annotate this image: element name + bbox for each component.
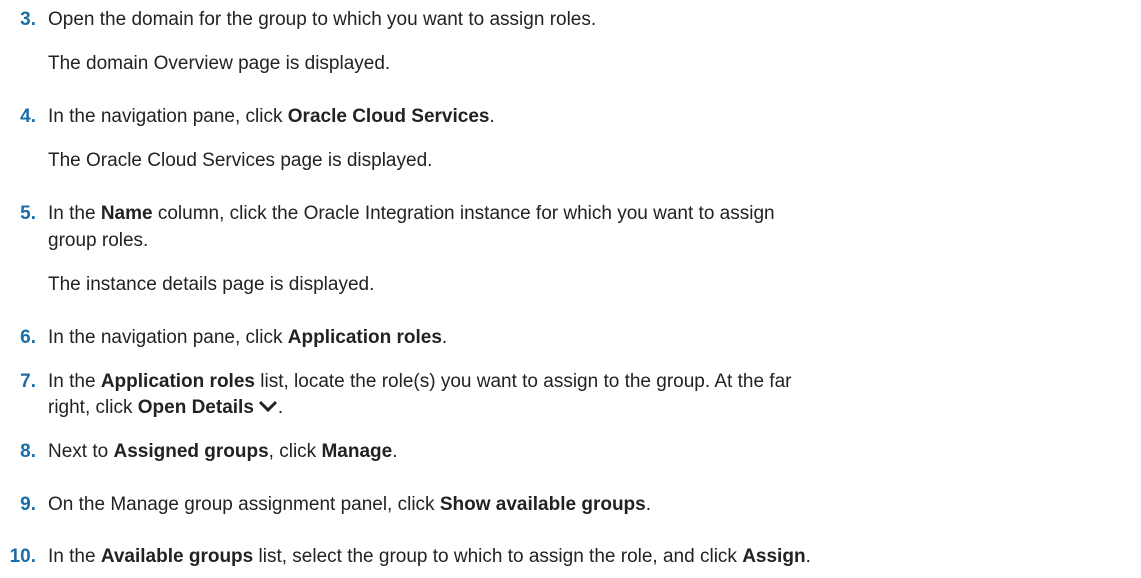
- chevron-down-icon: [258, 396, 278, 420]
- step-number: 3.: [20, 9, 36, 30]
- step-text: In the navigation pane, click Applicatio…: [48, 327, 448, 348]
- ui-term: Assign: [742, 546, 806, 567]
- procedure-steps: 3. Open the domain for the group to whic…: [0, 0, 1141, 578]
- step-number: 6.: [20, 327, 36, 348]
- step-text: Next to Assigned groups, click Manage.: [48, 441, 398, 462]
- step-text: In the Application roles list, locate th…: [48, 371, 792, 392]
- step-3-result: The domain Overview page is displayed.: [48, 53, 391, 74]
- step-5-continuation: group roles.: [48, 230, 149, 251]
- step-7-continuation: right, click Open Details.: [48, 396, 284, 420]
- step-number: 9.: [20, 494, 36, 515]
- step-text: In the Available groups list, select the…: [48, 546, 811, 567]
- ui-term: Application roles: [100, 371, 255, 392]
- ui-term: Application roles: [287, 327, 442, 348]
- step-5-result: The instance details page is displayed.: [48, 274, 375, 295]
- ui-term: Oracle Cloud Services: [287, 106, 490, 127]
- ui-term: Open Details: [137, 397, 254, 419]
- step-number: 7.: [20, 371, 36, 392]
- step-text: In the navigation pane, click Oracle Clo…: [48, 106, 495, 127]
- step-4-result: The Oracle Cloud Services page is displa…: [48, 150, 433, 171]
- step-text: On the Manage group assignment panel, cl…: [48, 494, 652, 515]
- ui-term: Assigned groups: [113, 441, 269, 462]
- ui-term: Manage: [321, 441, 393, 462]
- ui-term: Show available groups: [439, 494, 646, 515]
- ui-term: Available groups: [100, 546, 254, 567]
- step-text: In the Name column, click the Oracle Int…: [48, 203, 775, 224]
- step-number: 10.: [9, 546, 36, 567]
- step-text: Open the domain for the group to which y…: [48, 9, 597, 30]
- step-number: 8.: [20, 441, 36, 462]
- step-number: 4.: [20, 106, 36, 127]
- ui-term: Name: [100, 203, 153, 224]
- step-number: 5.: [20, 203, 36, 224]
